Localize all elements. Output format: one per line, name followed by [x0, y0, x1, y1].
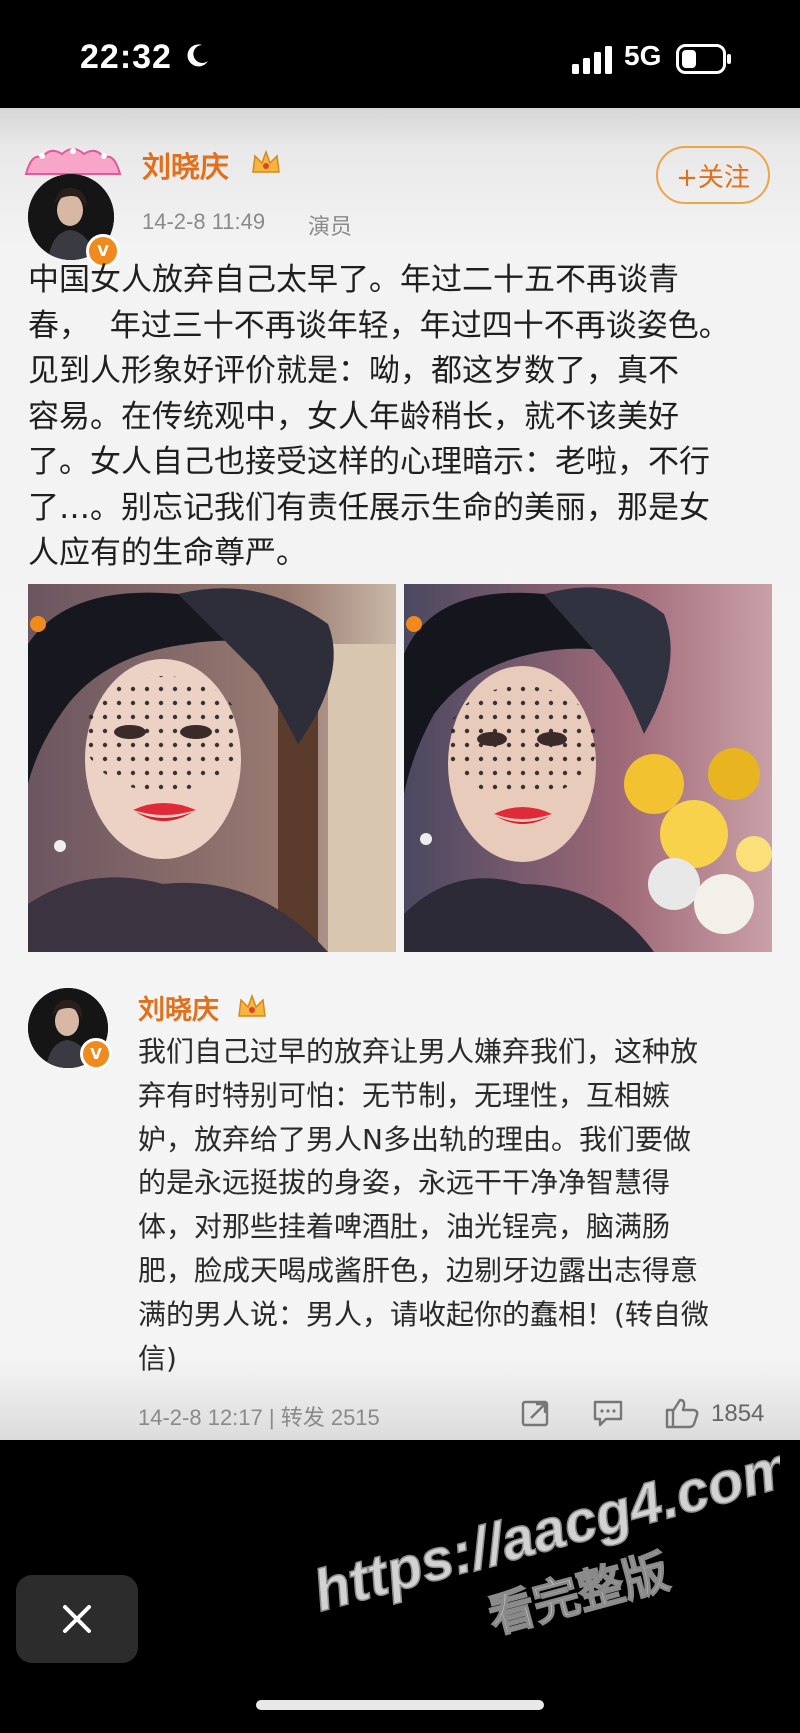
close-icon	[63, 1605, 91, 1633]
moon-icon	[187, 44, 208, 67]
post-tag: 演员	[308, 214, 353, 239]
comment-body: 我们自己过早的放弃让男人嫌弃我们，这种放 弃有时特别可怕：无节制，无理性，互相嫉…	[138, 1035, 709, 1375]
watermark: https://aacg4.com 看完整版	[306, 1433, 780, 1645]
crown-banner-icon	[24, 148, 122, 175]
crown-icon	[252, 149, 280, 173]
comment-timestamp: 14-2-8 12:17	[138, 1405, 263, 1430]
commenter-name[interactable]: 刘晓庆	[138, 988, 219, 1027]
post-photo-1[interactable]	[28, 584, 396, 952]
post-photo-2[interactable]	[404, 584, 772, 952]
verified-badge-icon: V	[80, 1038, 112, 1070]
status-bar: 22:32 5G	[0, 0, 800, 108]
signal-icon	[572, 46, 612, 74]
post-timestamp: 14-2-8 11:49	[142, 209, 266, 234]
network-label: 5G	[624, 40, 662, 71]
author-name[interactable]: 刘晓庆	[142, 144, 229, 186]
close-button[interactable]	[16, 1575, 138, 1663]
post-body: 中国女人放弃自己太早了。年过二十五不再谈青 春， 年过三十不再谈年轻，年过四十不…	[28, 262, 730, 571]
battery-icon	[676, 44, 731, 74]
crown-icon	[238, 993, 266, 1017]
post-card: V 刘晓庆 14-2-8 11:49 演员 +关注 中国女人放弃自己太早了。年过…	[0, 108, 800, 1440]
meta-divider: |	[268, 1405, 281, 1430]
status-time: 22:32	[80, 38, 172, 76]
follow-button[interactable]: +关注	[656, 146, 770, 204]
home-indicator[interactable]	[256, 1700, 544, 1710]
